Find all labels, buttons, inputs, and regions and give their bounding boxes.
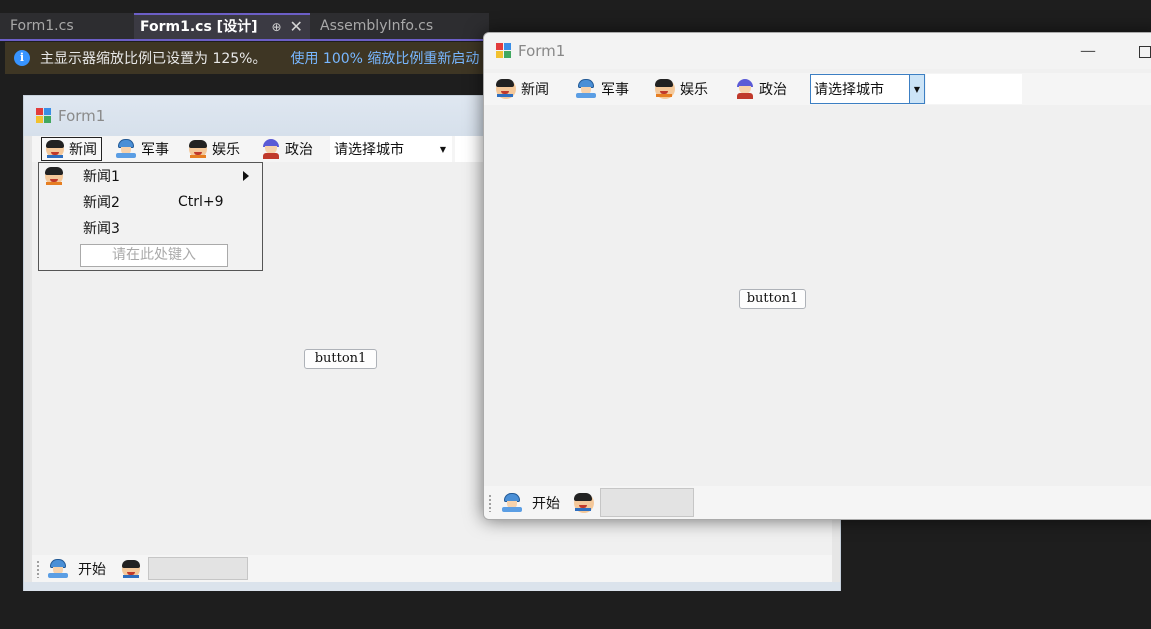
city-combobox[interactable]: 请选择城市 ▼ <box>330 136 452 162</box>
dropdown-item-news2[interactable]: 新闻2 Ctrl+9 <box>39 189 262 215</box>
status-start-label[interactable]: 开始 <box>532 493 560 513</box>
editor-tab-strip: Form1.cs Form1.cs [设计] ⊕ ✕ AssemblyInfo.… <box>0 13 489 39</box>
menu-item-label: 军事 <box>601 82 629 98</box>
menu-item-news[interactable]: 新闻 <box>496 73 549 105</box>
entertainment-icon <box>189 140 207 158</box>
dropdown-item-news1[interactable]: 新闻1 <box>39 163 262 189</box>
pin-icon[interactable]: ⊕ <box>271 15 281 39</box>
minimize-icon[interactable]: — <box>1080 41 1096 60</box>
menu-item-label: 政治 <box>759 82 787 98</box>
shortcut-label: Ctrl+9 <box>178 194 224 210</box>
status-face-icon <box>574 492 594 513</box>
menu-item-politics[interactable]: 政治 <box>736 73 787 105</box>
status-strip: 开始 <box>32 555 832 582</box>
status-face-icon <box>122 559 140 578</box>
active-tab-underline <box>0 39 489 41</box>
tab-label: AssemblyInfo.cs <box>320 18 434 34</box>
combo-text: 请选择城市 <box>334 142 404 158</box>
maximize-icon[interactable] <box>1139 46 1151 58</box>
menu-item-label: 政治 <box>285 142 313 158</box>
dropdown-item-label: 新闻1 <box>83 169 120 185</box>
menu-item-label: 新闻 <box>69 142 97 158</box>
menu-item-military[interactable]: 军事 <box>576 73 629 105</box>
status-start-label[interactable]: 开始 <box>78 559 106 579</box>
scaling-info-bar: i 主显示器缩放比例已设置为 125%。 使用 100% 缩放比例重新启动 <box>5 42 489 74</box>
military-icon <box>116 139 136 159</box>
grip-handle[interactable] <box>36 559 40 578</box>
news-dropdown-menu: 新闻1 新闻2 Ctrl+9 新闻3 请在此处键入 <box>38 162 263 271</box>
start-icon <box>502 492 522 513</box>
politics-icon <box>262 139 280 159</box>
menu-item-label: 新闻 <box>521 82 549 98</box>
button1[interactable]: button1 <box>739 289 806 309</box>
menu-item-label: 娱乐 <box>680 82 708 98</box>
chevron-down-icon[interactable]: ▼ <box>909 75 924 103</box>
menu-item-politics[interactable]: 政治 <box>262 136 313 162</box>
dropdown-item-label: 新闻3 <box>83 221 120 237</box>
restart-100-link[interactable]: 使用 100% 缩放比例重新启动 <box>290 48 479 68</box>
status-progress-box <box>148 557 248 580</box>
menu-item-news[interactable]: 新闻 <box>41 137 102 161</box>
tab-label: Form1.cs <box>10 18 74 34</box>
info-icon: i <box>14 50 30 66</box>
start-icon <box>48 558 68 579</box>
status-progress-box <box>600 488 694 517</box>
button1[interactable]: button1 <box>304 349 377 369</box>
menu-textbox[interactable] <box>926 74 1022 104</box>
close-icon[interactable]: ✕ <box>290 15 303 39</box>
city-combobox[interactable]: 请选择城市 ▼ <box>810 74 925 104</box>
info-message: 主显示器缩放比例已设置为 125%。 <box>40 51 267 67</box>
news-icon <box>46 140 64 158</box>
menu-item-entertainment[interactable]: 娱乐 <box>655 73 708 105</box>
menu-strip: 新闻 军事 娱乐 政治 请选择城市 ▼ <box>484 73 1151 105</box>
submenu-arrow-icon <box>243 171 249 181</box>
window-title: Form1 <box>518 42 566 60</box>
politics-icon <box>736 79 754 99</box>
running-form-window: Form1 — 新闻 军事 娱乐 政治 请选择城市 ▼ button1 开始 <box>483 32 1151 520</box>
menu-item-entertainment[interactable]: 娱乐 <box>189 136 240 162</box>
dropdown-item-label: 新闻2 <box>83 195 120 211</box>
menu-item-label: 军事 <box>141 142 169 158</box>
menu-item-label: 娱乐 <box>212 142 240 158</box>
designer-bottom-border <box>24 582 840 591</box>
window-title-bar: Form1 <box>484 33 1151 69</box>
tab-label: Form1.cs [设计] <box>140 19 258 35</box>
news-icon <box>496 79 516 99</box>
grip-handle[interactable] <box>488 493 492 512</box>
tab-form1-cs[interactable]: Form1.cs <box>0 13 134 39</box>
combo-text: 请选择城市 <box>814 82 884 98</box>
military-icon <box>576 79 596 99</box>
form-icon <box>36 108 52 124</box>
dropdown-item-news3[interactable]: 新闻3 <box>39 215 262 241</box>
type-here-input[interactable]: 请在此处键入 <box>80 244 228 267</box>
form-icon <box>496 43 512 59</box>
tab-assemblyinfo[interactable]: AssemblyInfo.cs <box>310 13 489 39</box>
form-title: Form1 <box>58 107 106 125</box>
tab-form1-designer[interactable]: Form1.cs [设计] ⊕ ✕ <box>134 13 310 39</box>
chevron-down-icon[interactable]: ▼ <box>440 145 446 154</box>
status-strip: 开始 <box>484 486 1151 519</box>
menu-item-military[interactable]: 军事 <box>116 136 169 162</box>
entertainment-icon <box>655 79 675 99</box>
